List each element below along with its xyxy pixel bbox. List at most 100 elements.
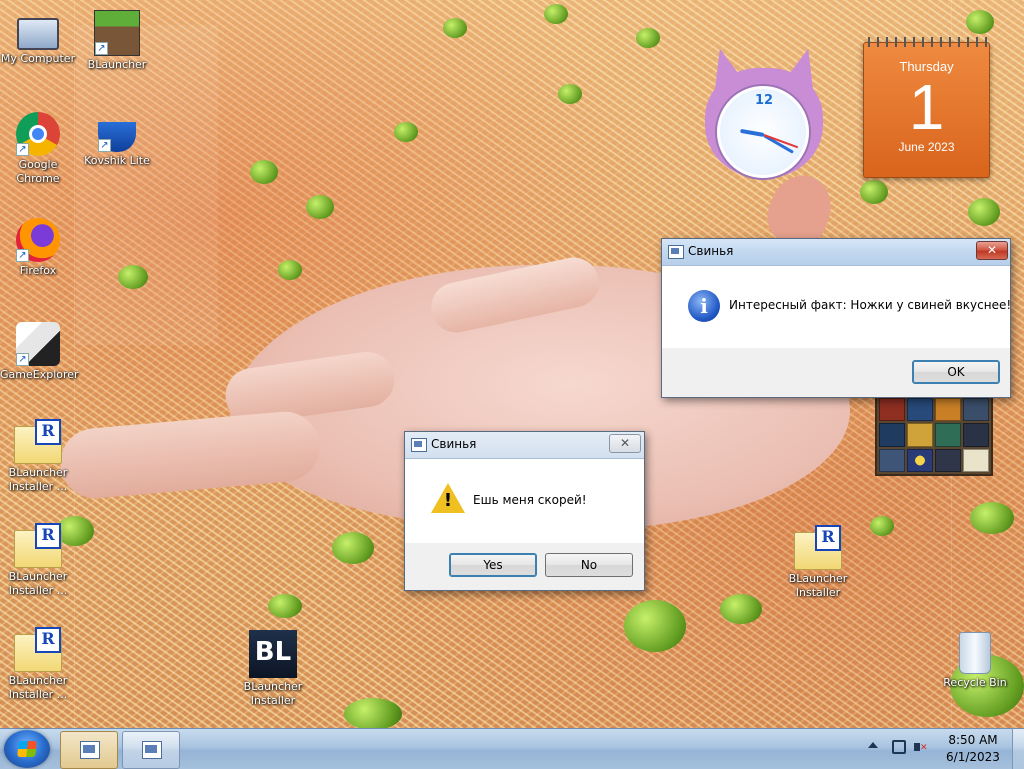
pea <box>636 28 660 48</box>
desktop-icon-kovshik-lite[interactable]: ↗ Kovshik Lite <box>79 112 155 168</box>
dialog-title: Свинья <box>431 437 477 451</box>
dialog-footer: Yes No <box>405 543 644 590</box>
show-hidden-icons-arrow-icon[interactable] <box>868 742 878 748</box>
desktop-icon-recycle-bin[interactable]: Recycle Bin <box>937 632 1013 690</box>
dialog-titlebar[interactable]: Свинья ✕ <box>662 239 1010 266</box>
desktop-icon-firefox[interactable]: ↗ Firefox <box>0 218 76 278</box>
desktop-icon-blauncher-installer-2[interactable]: R BLauncher Installer ... <box>0 523 76 598</box>
clock-gadget[interactable]: 12 <box>704 44 825 178</box>
pea <box>860 180 888 204</box>
taskbar-button-app-2[interactable] <box>122 731 180 769</box>
r-badge-icon: R <box>35 523 61 549</box>
desktop-icon-blauncher-installer-exe[interactable]: BL BLauncher Installer <box>235 630 311 708</box>
dialog-message: Ешь меня скорей! <box>473 493 587 507</box>
desktop-icon-gameexplorer[interactable]: ↗ GameExplorer <box>0 322 79 382</box>
desktop-icon-google-chrome[interactable]: ↗ Google Chrome <box>0 112 76 186</box>
start-button[interactable] <box>4 730 50 768</box>
dialog-body: ! Ешь меня скорей! <box>405 459 644 543</box>
question-message-dialog[interactable]: Свинья ✕ ! Ешь меня скорей! Yes No <box>404 431 645 591</box>
pea <box>558 84 582 104</box>
yes-button[interactable]: Yes <box>449 553 537 577</box>
picture-puzzle-gadget[interactable] <box>875 394 993 476</box>
warning-exclamation: ! <box>443 490 453 511</box>
desktop-icon-label: BLauncher Installer ... <box>8 466 68 493</box>
calendar-month-year: June 2023 <box>898 140 955 154</box>
close-button[interactable]: ✕ <box>609 434 641 453</box>
desktop-icon-label: BLauncher Installer ... <box>8 674 68 701</box>
minecraft-block-icon: ↗ <box>94 10 140 56</box>
pea <box>306 195 334 219</box>
taskbar-button-app-1[interactable] <box>60 731 118 769</box>
pea <box>624 600 686 652</box>
dialog-message: Интересный факт: Ножки у свиней вкуснее! <box>729 298 1012 312</box>
puzzle-tile <box>963 398 989 422</box>
pea <box>278 260 302 280</box>
installer-file-icon: R <box>794 525 842 570</box>
desktop-icon-label: My Computer <box>0 52 76 65</box>
desktop-icon-label: Kovshik Lite <box>84 154 150 167</box>
puzzle-tile <box>907 448 933 472</box>
pea <box>966 10 994 34</box>
desktop-icon-blauncher-installer-3[interactable]: R BLauncher Installer ... <box>0 627 76 702</box>
recycle-bin-icon <box>959 632 991 674</box>
shortcut-arrow-icon: ↗ <box>16 143 29 156</box>
desktop-icon-blauncher[interactable]: ↗ BLauncher <box>79 10 155 72</box>
clock-hour-hand <box>740 128 765 137</box>
puzzle-tile <box>935 423 961 447</box>
puzzle-tile <box>935 448 961 472</box>
puzzle-tile <box>879 398 905 422</box>
r-badge-icon: R <box>35 419 61 445</box>
app-window-icon <box>411 438 427 452</box>
desktop-icon-my-computer[interactable]: My Computer <box>0 10 76 66</box>
wallpaper-panel <box>76 25 218 345</box>
pea <box>870 516 894 536</box>
dialog-title: Свинья <box>688 244 734 258</box>
shortcut-arrow-icon: ↗ <box>16 353 29 366</box>
information-icon: i <box>688 290 720 322</box>
ok-button[interactable]: OK <box>912 360 1000 384</box>
game-explorer-icon: ↗ <box>16 322 60 366</box>
app-window-icon <box>668 245 684 259</box>
dialog-titlebar[interactable]: Свинья ✕ <box>405 432 644 459</box>
pea <box>268 594 302 618</box>
info-message-dialog[interactable]: Свинья ✕ i Интересный факт: Ножки у свин… <box>661 238 1011 398</box>
calendar-gadget[interactable]: Thursday 1 June 2023 <box>863 37 990 178</box>
dialog-body: i Интересный факт: Ножки у свиней вкусне… <box>662 266 1012 348</box>
installer-file-icon: R <box>14 419 62 464</box>
puzzle-tile <box>907 398 933 422</box>
desktop-icon-label: BLauncher Installer <box>788 572 848 599</box>
calendar-rings <box>864 37 989 47</box>
computer-icon <box>17 18 59 50</box>
pea <box>118 265 148 289</box>
puzzle-tile <box>879 448 905 472</box>
bl-shield-icon: BL <box>249 630 297 678</box>
close-button[interactable]: ✕ <box>976 241 1008 260</box>
ladle-icon: ↗ <box>98 122 136 152</box>
desktop-icon-label: BLauncher Installer <box>243 680 303 707</box>
pea <box>332 532 374 564</box>
pea <box>970 502 1014 534</box>
firefox-icon: ↗ <box>16 218 60 262</box>
app-window-icon <box>80 741 100 759</box>
taskbar-clock[interactable]: 8:50 AM 6/1/2023 <box>936 732 1010 766</box>
dialog-footer: OK <box>662 348 1010 397</box>
desktop-icon-blauncher-installer-4[interactable]: R BLauncher Installer <box>780 525 856 600</box>
windows-logo-icon <box>17 741 37 757</box>
calendar-day: 1 <box>908 71 945 143</box>
clock-time: 8:50 AM <box>948 733 998 747</box>
no-button[interactable]: No <box>545 553 633 577</box>
puzzle-tile <box>907 423 933 447</box>
clock-face: 12 <box>717 86 809 178</box>
puzzle-tile <box>963 448 989 472</box>
installer-file-icon: R <box>14 627 62 672</box>
desktop-icon-label: Recycle Bin <box>943 676 1007 689</box>
volume-muted-icon[interactable] <box>914 740 928 754</box>
network-icon[interactable] <box>892 740 906 754</box>
desktop-icon-label: BLauncher Installer ... <box>8 570 68 597</box>
desktop-icon-blauncher-installer-1[interactable]: R BLauncher Installer ... <box>0 419 76 494</box>
installer-file-icon: R <box>14 523 62 568</box>
shortcut-arrow-icon: ↗ <box>98 139 111 152</box>
pea <box>443 18 467 38</box>
show-desktop-button[interactable] <box>1012 729 1024 769</box>
pea <box>394 122 418 142</box>
